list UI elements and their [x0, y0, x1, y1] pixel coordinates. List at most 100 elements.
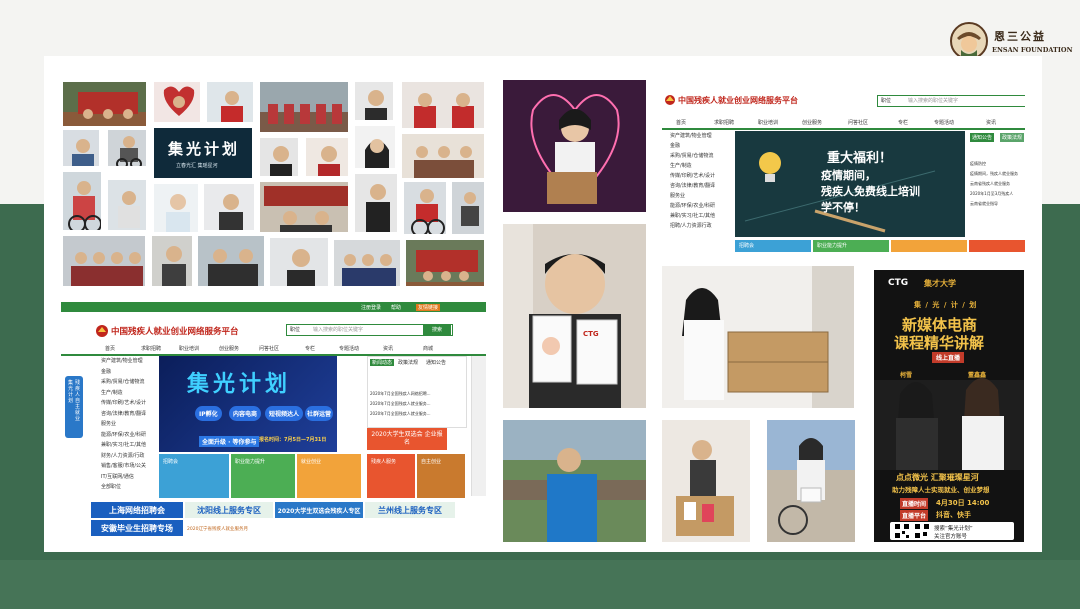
recruitment-link[interactable]: 安徽毕业生招聘专场: [91, 520, 183, 536]
qr-code-icon[interactable]: [914, 523, 930, 539]
service-tile[interactable]: 残疾人服务: [367, 454, 415, 498]
category-item[interactable]: 财务/人力资源/行政: [101, 451, 146, 462]
product-box-label: CTG: [583, 330, 599, 338]
collage-photo: [202, 182, 256, 232]
category-item[interactable]: IT/互联网/通信: [101, 472, 146, 483]
nav-item[interactable]: 问答社区: [259, 345, 279, 352]
main-banner[interactable]: 集光计划 IP孵化 内容电商 短视频达人 社群运营 全面升级 · 等你参与 报名…: [159, 356, 337, 452]
top-link[interactable]: 帮助: [391, 304, 401, 311]
recruitment-link[interactable]: 上海网络招聘会: [91, 502, 183, 518]
category-item[interactable]: 采购/贸易/仓储物流: [670, 151, 715, 161]
category-item[interactable]: 资产建筑/物业管理: [670, 131, 715, 141]
floating-ad[interactable]: 集光计划 残疾人自主就业: [65, 376, 83, 438]
category-item[interactable]: 销售/客服/市场/公关: [101, 461, 146, 472]
news-tab[interactable]: 通知公告: [426, 359, 446, 366]
collage-photo: [353, 124, 397, 170]
floating-ad-text: 残疾人自主就业: [75, 380, 81, 422]
expo-banner[interactable]: 2020大学生双选会 企业报名: [367, 428, 447, 450]
category-item[interactable]: 咨询/法律/教育/翻译: [101, 409, 146, 420]
category-item[interactable]: 生产/制造: [670, 161, 715, 171]
tile-label: 职业能力提升: [817, 243, 848, 249]
category-item[interactable]: 传媒/印刷/艺术/设计: [101, 398, 146, 409]
recruitment-link[interactable]: 兰州线上服务专区: [365, 502, 455, 518]
platform-emblem-icon: [96, 325, 108, 337]
training-banner[interactable]: 重大福利！ 疫情期间， 残疾人免费线上培训 学不停！: [735, 131, 965, 237]
banner-tag: IP孵化: [195, 406, 222, 421]
search-input[interactable]: 输入搜索的职位关键字: [908, 97, 958, 104]
nav-item[interactable]: 首页: [676, 119, 686, 126]
nav-item[interactable]: 专栏: [305, 345, 315, 352]
nav-item[interactable]: 资讯: [986, 119, 996, 126]
category-item[interactable]: 服务业: [670, 191, 715, 201]
news-item[interactable]: 2020年7月全国残疾人就业服务...: [370, 411, 431, 417]
notice-item[interactable]: 疫情期间，残疾人就业服务: [970, 171, 1018, 177]
banner-tag: 短视频达人: [265, 406, 304, 421]
collage-photo: [106, 178, 148, 232]
nav-item[interactable]: 创业服务: [802, 119, 822, 126]
news-item[interactable]: 2020年7月全国残疾人网络招聘...: [370, 391, 431, 397]
notice-tab[interactable]: 通知公告: [970, 133, 995, 142]
category-item[interactable]: 能源/环保/农业/科研: [101, 430, 146, 441]
category-item[interactable]: 生产/制造: [101, 388, 146, 399]
job-category-list: 资产建筑/物业管理 金融 采购/贸易/仓储物流 生产/制造 传媒/印刷/艺术/设…: [101, 356, 146, 493]
category-item[interactable]: 传媒/印刷/艺术/设计: [670, 171, 715, 181]
search-input[interactable]: 输入搜索的职位关键字: [313, 326, 363, 333]
nav-item[interactable]: 职业培训: [179, 345, 199, 352]
nav-item[interactable]: 首页: [105, 345, 115, 352]
service-tile[interactable]: 职业能力提升: [231, 454, 295, 498]
notice-item[interactable]: 云南省就业指导: [970, 201, 998, 207]
collage-photo: [150, 234, 194, 288]
notice-item[interactable]: 云南省残疾人就业服务: [970, 181, 1010, 187]
main-nav: 首页 求职招聘 职业培训 创业服务 问答社区 专栏 专题活动 资讯: [662, 116, 1025, 130]
search-button[interactable]: 搜索: [423, 324, 451, 336]
search-category[interactable]: 职位: [290, 326, 300, 333]
photo-woman-heart-image: [503, 80, 646, 212]
collage-photo-sign: 集光计划 立春光汇 集瑶星河: [152, 126, 254, 180]
category-item[interactable]: 金融: [670, 141, 715, 151]
nav-item[interactable]: 专栏: [898, 119, 908, 126]
poster-slogan-1: 点点微光 汇聚璀璨星河: [896, 473, 979, 482]
nav-item[interactable]: 专题活动: [339, 345, 359, 352]
category-item[interactable]: 咨询/法律/教育/翻译: [670, 181, 715, 191]
category-item[interactable]: 兼职/实习/社工/其他: [101, 440, 146, 451]
nav-item[interactable]: 职业培训: [758, 119, 778, 126]
notice-tab[interactable]: 政策法规: [1000, 133, 1025, 142]
recruitment-link[interactable]: 沈阳线上服务专区: [185, 502, 273, 518]
photo-woman-wheelchair-image: [767, 420, 855, 542]
recruitment-link[interactable]: 2020大学生双选会残疾人专区: [275, 502, 363, 518]
nav-item[interactable]: 创业服务: [219, 345, 239, 352]
service-tile[interactable]: 就业创业: [297, 454, 361, 498]
banner-tag: 社群运营: [305, 406, 334, 421]
collage-photo: [304, 136, 350, 178]
notice-item[interactable]: 疫情防控: [970, 161, 986, 167]
service-tile[interactable]: 招聘会: [159, 454, 229, 498]
category-item[interactable]: 服务业: [101, 419, 146, 430]
service-tile[interactable]: 招聘会: [735, 240, 811, 252]
nav-item[interactable]: 资讯: [383, 345, 393, 352]
tile-label: 自主创业: [421, 459, 442, 465]
category-item[interactable]: 资产建筑/物业管理: [101, 356, 146, 367]
service-tile[interactable]: 自主创业: [417, 454, 465, 498]
news-item[interactable]: 2020年7月全国残疾人就业服务...: [370, 401, 431, 407]
top-link[interactable]: 注册登录: [361, 304, 381, 311]
service-tile[interactable]: 职业能力提升: [813, 240, 889, 252]
category-item[interactable]: 采购/贸易/仓储物流: [101, 377, 146, 388]
photo-man-outdoor: [503, 420, 646, 542]
category-item[interactable]: 全部职位: [101, 482, 146, 493]
search-category[interactable]: 职位: [881, 97, 891, 104]
nav-item[interactable]: 商城: [423, 345, 433, 352]
news-tab[interactable]: 新闻动态: [370, 359, 395, 366]
nav-item[interactable]: 专题活动: [934, 119, 954, 126]
category-item[interactable]: 兼职/实习/社工/其他: [670, 211, 715, 221]
notice-item[interactable]: 2020年1月至3月残疾人: [970, 191, 1013, 197]
category-item[interactable]: 金融: [101, 367, 146, 378]
news-tab[interactable]: 政策法规: [398, 359, 418, 366]
qr-code-icon[interactable]: [894, 523, 910, 539]
category-item[interactable]: 能源/环保/农业/科研: [670, 201, 715, 211]
nav-item[interactable]: 求职招聘: [714, 119, 734, 126]
category-item[interactable]: 招聘/人力资源行政: [670, 221, 715, 231]
nav-item[interactable]: 问答社区: [848, 119, 868, 126]
top-link[interactable]: 友情链接: [416, 304, 441, 311]
nav-item[interactable]: 求职招聘: [141, 345, 161, 352]
logo-english-name: ENSAN FOUNDATION: [992, 46, 1073, 54]
